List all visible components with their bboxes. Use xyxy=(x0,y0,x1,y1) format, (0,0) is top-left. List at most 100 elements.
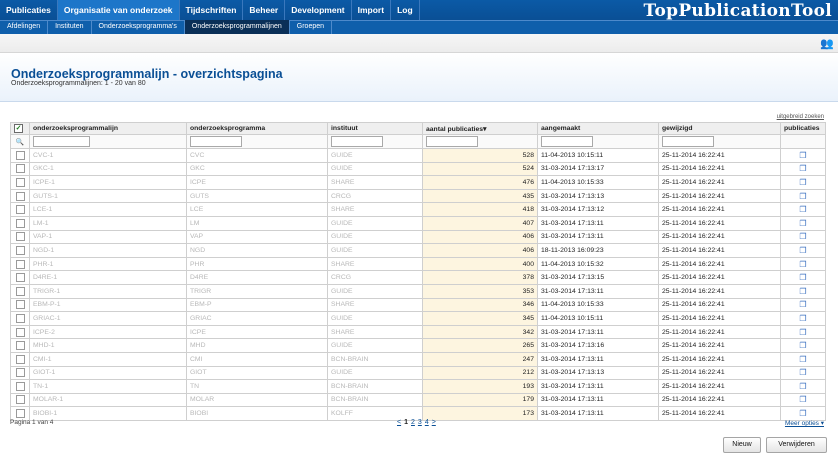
row-checkbox[interactable] xyxy=(15,150,25,160)
filter-input-programma[interactable] xyxy=(190,136,242,147)
copy-documents-icon[interactable]: ❐ xyxy=(799,192,806,201)
row-checkbox[interactable] xyxy=(15,286,25,296)
pager-item[interactable]: 1 xyxy=(404,419,408,426)
subnav-item-instituten[interactable]: Instituten xyxy=(48,20,92,34)
table-row[interactable]: GUTS-1 GUTS CRCG 435 31-03-2014 17:13:13 25-1… xyxy=(10,188,826,204)
nav-item-import[interactable]: Import xyxy=(352,0,392,20)
row-checkbox[interactable] xyxy=(15,273,25,283)
copy-documents-icon[interactable]: ❐ xyxy=(799,246,806,255)
copy-documents-icon[interactable]: ❐ xyxy=(799,314,806,323)
table-row[interactable]: ICPE-1 ICPE SHARE 476 11-04-2013 10:15:33 25-… xyxy=(10,175,826,190)
cell-programma: D4RE xyxy=(186,270,328,285)
copy-documents-icon[interactable]: ❐ xyxy=(799,232,806,241)
copy-documents-icon[interactable]: ❐ xyxy=(799,409,806,418)
row-checkbox[interactable] xyxy=(15,395,25,405)
table-row[interactable]: GKC-1 GKC GUIDE 524 31-03-2014 17:13:17 25-11… xyxy=(10,161,826,177)
row-checkbox[interactable] xyxy=(15,381,25,391)
row-checkbox[interactable] xyxy=(15,218,25,228)
cell-lijn: CMI-1 xyxy=(29,351,187,367)
row-checkbox[interactable] xyxy=(15,368,25,378)
copy-documents-icon[interactable]: ❐ xyxy=(799,341,806,350)
table-row[interactable]: ICPE-2 ICPE SHARE 342 31-03-2014 17:13:11 25-… xyxy=(10,324,826,340)
col-header-instituut[interactable]: instituut xyxy=(327,122,423,135)
table-row[interactable]: NGD-1 NGD GUIDE 406 18-11-2013 16:09:23 25-11… xyxy=(10,243,826,258)
copy-documents-icon[interactable]: ❐ xyxy=(799,368,806,377)
row-checkbox[interactable] xyxy=(15,409,25,419)
table-row[interactable]: MOLAR-1 MOLAR BCN-BRAIN 179 31-03-2014 17:13… xyxy=(10,392,826,408)
copy-documents-icon[interactable]: ❐ xyxy=(799,328,806,337)
row-checkbox[interactable] xyxy=(15,354,25,364)
table-row[interactable]: CMI-1 CMI BCN-BRAIN 247 31-03-2014 17:13:11 2… xyxy=(10,351,826,367)
table-row[interactable]: MHD-1 MHD GUIDE 265 31-03-2014 17:13:16 25-11… xyxy=(10,338,826,353)
copy-documents-icon[interactable]: ❐ xyxy=(799,273,806,282)
copy-documents-icon[interactable]: ❐ xyxy=(799,382,806,391)
nav-item-beheer[interactable]: Beheer xyxy=(243,0,286,20)
row-checkbox[interactable] xyxy=(15,191,25,201)
row-checkbox[interactable] xyxy=(15,205,25,215)
copy-documents-icon[interactable]: ❐ xyxy=(799,151,806,160)
subnav-item-afdelingen[interactable]: Afdelingen xyxy=(0,20,49,34)
nav-item-publicaties[interactable]: Publicaties xyxy=(0,0,58,20)
table-row[interactable]: PHR-1 PHR SHARE 400 11-04-2013 10:15:32 25-11… xyxy=(10,256,826,272)
pager-item[interactable]: 4 xyxy=(425,419,429,426)
table-row[interactable]: VAP-1 VAP GUIDE 406 31-03-2014 17:13:11 25-11… xyxy=(10,229,826,245)
filter-input-lijn[interactable] xyxy=(33,136,90,147)
pager-item[interactable]: 2 xyxy=(411,419,415,426)
copy-documents-icon[interactable]: ❐ xyxy=(799,395,806,404)
pager-item[interactable]: 3 xyxy=(418,419,422,426)
new-button[interactable]: Nieuw xyxy=(723,437,761,453)
filter-input-aangemaakt[interactable] xyxy=(541,136,593,147)
copy-documents-icon[interactable]: ❐ xyxy=(799,260,806,269)
copy-documents-icon[interactable]: ❐ xyxy=(799,300,806,309)
copy-documents-icon[interactable]: ❐ xyxy=(799,287,806,296)
copy-documents-icon[interactable]: ❐ xyxy=(799,178,806,187)
row-checkbox[interactable] xyxy=(15,341,25,351)
users-icon[interactable]: 👥 xyxy=(820,37,834,50)
nav-item-development[interactable]: Development xyxy=(285,0,352,20)
table-row[interactable]: EBM-P-1 EBM-P SHARE 346 11-04-2013 10:15:33 2… xyxy=(10,297,826,313)
nav-item-tijdschriften[interactable]: Tijdschriften xyxy=(180,0,244,20)
col-header-lijn[interactable]: onderzoeksprogrammalijn xyxy=(29,122,187,135)
row-checkbox[interactable] xyxy=(15,259,25,269)
toolbar-strip xyxy=(0,34,838,53)
advanced-search-link[interactable]: uitgebreid zoeken xyxy=(777,114,824,120)
search-icon[interactable]: 🔍 xyxy=(10,134,30,149)
subnav-item-onderzoeksprogramma-s[interactable]: Onderzoeksprogramma's xyxy=(92,20,185,34)
row-checkbox[interactable] xyxy=(15,164,25,174)
subnav-item-groepen[interactable]: Groepen xyxy=(290,20,333,34)
table-row[interactable]: TN-1 TN BCN-BRAIN 193 31-03-2014 17:13:11 25-… xyxy=(10,379,826,394)
pager-item[interactable]: < xyxy=(397,419,401,426)
row-checkbox[interactable] xyxy=(15,300,25,310)
nav-item-organisatie-van-onderzoek[interactable]: Organisatie van onderzoek xyxy=(57,0,180,20)
select-all-checkbox[interactable]: ✓ xyxy=(10,122,30,135)
row-checkbox[interactable] xyxy=(15,177,25,187)
table-row[interactable]: TRIGR-1 TRIGR GUIDE 353 31-03-2014 17:13:11 2… xyxy=(10,283,826,299)
row-checkbox[interactable] xyxy=(15,313,25,323)
col-header-aangemaakt[interactable]: aangemaakt xyxy=(537,122,659,135)
table-row[interactable]: GRIAC-1 GRIAC GUIDE 345 11-04-2013 10:15:11 2… xyxy=(10,311,826,326)
filter-input-instituut[interactable] xyxy=(331,136,383,147)
copy-documents-icon[interactable]: ❐ xyxy=(799,355,806,364)
filter-input-gewijzigd[interactable] xyxy=(662,136,714,147)
col-header-publicaties[interactable]: publicaties xyxy=(780,122,826,135)
table-row[interactable]: LCE-1 LCE SHARE 418 31-03-2014 17:13:12 25-11… xyxy=(10,202,826,217)
table-row[interactable]: LM-1 LM GUIDE 407 31-03-2014 17:13:11 25-11-2… xyxy=(10,215,826,231)
more-options-link[interactable]: Meer opties ▾ xyxy=(785,419,824,427)
copy-documents-icon[interactable]: ❐ xyxy=(799,164,806,173)
row-checkbox[interactable] xyxy=(15,327,25,337)
row-checkbox[interactable] xyxy=(15,232,25,242)
row-checkbox[interactable] xyxy=(15,245,25,255)
table-row[interactable]: D4RE-1 D4RE CRCG 378 31-03-2014 17:13:15 25-1… xyxy=(10,270,826,285)
col-header-aantal[interactable]: aantal publicaties▾ xyxy=(422,122,538,135)
col-header-gewijzigd[interactable]: gewijzigd xyxy=(658,122,781,135)
col-header-programma[interactable]: onderzoeksprogramma xyxy=(186,122,328,135)
copy-documents-icon[interactable]: ❐ xyxy=(799,219,806,228)
delete-button[interactable]: Verwijderen xyxy=(766,437,827,453)
table-row[interactable]: CVC-1 CVC GUIDE 528 11-04-2013 10:15:11 25-11… xyxy=(10,148,826,163)
table-row[interactable]: GIOT-1 GIOT GUIDE 212 31-03-2014 17:13:13 25-… xyxy=(10,365,826,381)
copy-documents-icon[interactable]: ❐ xyxy=(799,205,806,214)
subnav-item-onderzoeksprogrammalijnen[interactable]: Onderzoeksprogrammalijnen xyxy=(184,20,290,34)
filter-input-aantal[interactable] xyxy=(426,136,478,147)
pager-item[interactable]: > xyxy=(432,419,436,426)
nav-item-log[interactable]: Log xyxy=(391,0,420,20)
